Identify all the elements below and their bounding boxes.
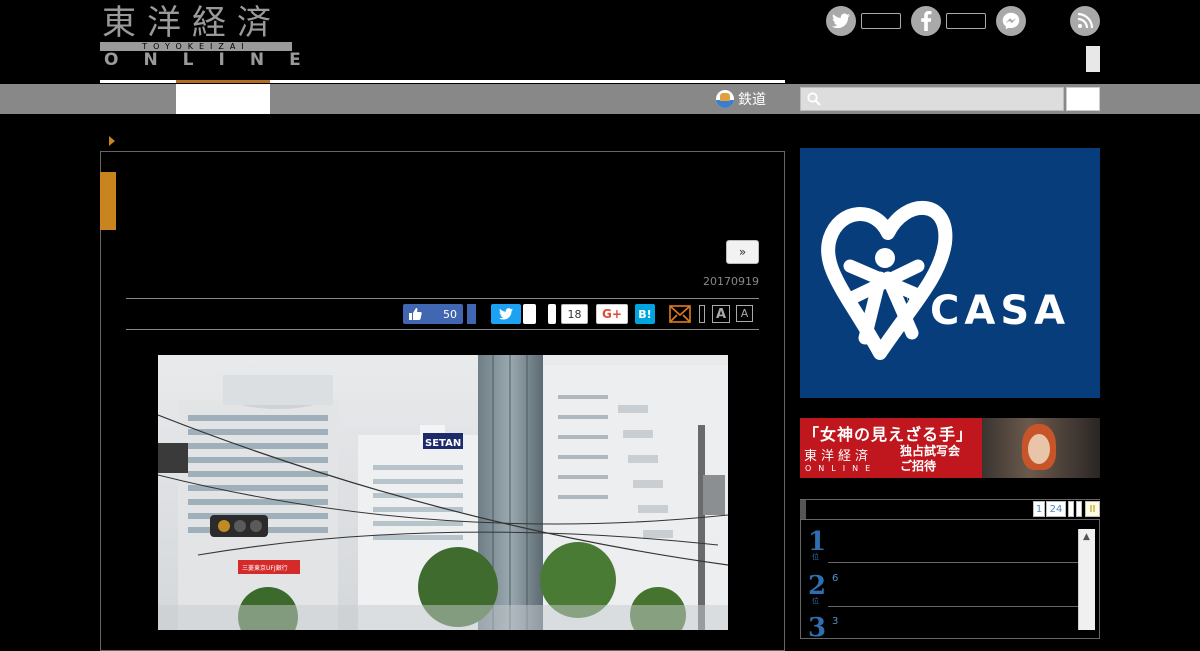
banner-logo: 東洋経済	[804, 449, 873, 464]
pocket-count: 18	[561, 304, 588, 324]
font-size-divider	[699, 305, 705, 323]
rank-count-2: 6	[832, 573, 839, 584]
ranking-tab-more[interactable]: II	[1085, 501, 1100, 517]
thumbs-up-icon	[409, 308, 422, 320]
facebook-share-button[interactable]	[467, 304, 476, 324]
google-plus-button[interactable]: G+	[596, 304, 628, 324]
rss-button[interactable]	[1070, 6, 1100, 36]
svg-text:®: ®	[906, 295, 915, 305]
share-bar-top-divider	[126, 298, 759, 299]
nav-item-tetsudo-label: 鉄道	[738, 92, 766, 108]
twitter-icon	[832, 13, 850, 29]
rss-icon	[1077, 13, 1093, 29]
casa-wordmark: CASA	[930, 288, 1070, 334]
nav-item-tetsudo[interactable]: 鉄道	[716, 88, 766, 110]
ranking-tab-24[interactable]: 24	[1046, 501, 1066, 517]
search-input[interactable]	[800, 87, 1064, 111]
banner-subtitle-line1: 独占試写会	[900, 444, 961, 458]
ranking-list	[800, 519, 1100, 639]
ranking-scrollbar[interactable]	[1078, 529, 1095, 630]
banner-subtitle-line2: ご招待	[900, 459, 937, 473]
like-count: 50	[443, 307, 457, 321]
share-bar-bottom-divider	[126, 329, 759, 330]
rank-suffix-1: 位	[812, 553, 819, 561]
ranking-tab-4[interactable]	[1076, 501, 1082, 517]
rank-count-3: 3	[832, 616, 839, 627]
facebook-like-button[interactable]	[911, 6, 941, 36]
tweet-button[interactable]	[491, 304, 521, 324]
train-icon	[716, 90, 734, 108]
rank-divider	[828, 562, 1078, 563]
article-date: 20170919	[703, 275, 759, 288]
font-size-large-button[interactable]: A	[712, 305, 730, 323]
banner-logo-online: ONLINE	[805, 464, 878, 473]
ranking-tab-3[interactable]	[1068, 501, 1074, 517]
hatena-bookmark-button[interactable]: B!	[635, 304, 655, 324]
rank-suffix-2: 位	[812, 597, 819, 605]
breadcrumb-arrow-icon	[109, 136, 115, 146]
site-logo-online: ONLINE	[104, 50, 326, 70]
casa-logo-icon: ® CASA	[821, 201, 1070, 360]
mail-icon[interactable]	[669, 305, 691, 323]
banner-photo	[982, 418, 1100, 478]
search-button[interactable]	[1066, 87, 1100, 111]
tweet-count	[523, 304, 536, 324]
ranking-header-accent	[800, 500, 806, 519]
messenger-button[interactable]	[996, 6, 1026, 36]
twitter-follow-count	[861, 13, 901, 29]
photo-store-sign: SETAN	[425, 438, 461, 449]
font-size-small-button[interactable]: A	[736, 305, 753, 322]
search-icon	[807, 92, 821, 106]
facebook-icon	[921, 11, 932, 31]
rank-divider	[828, 606, 1078, 607]
site-logo[interactable]: 東洋経済	[102, 4, 282, 42]
twitter-follow-button[interactable]	[826, 6, 856, 36]
messenger-icon	[1002, 12, 1020, 30]
facebook-like-share-button[interactable]: 50	[403, 304, 463, 324]
header-divider-accent	[176, 80, 270, 83]
next-page-button[interactable]: »	[726, 240, 759, 264]
photo-bank-sign: 三菱東京UFJ銀行	[242, 564, 288, 572]
pocket-button[interactable]	[548, 304, 556, 324]
article-photo: SETAN 三菱東京UFJ銀行	[158, 355, 728, 630]
ranking-tab-1[interactable]: 1	[1033, 501, 1045, 517]
ad-casa[interactable]: ® CASA	[800, 148, 1100, 398]
banner-subtitle: 独占試写会 ご招待	[900, 444, 960, 474]
twitter-icon	[499, 308, 513, 320]
scroll-up-icon[interactable]: ▲	[1079, 529, 1094, 544]
ad-movie-banner[interactable]: 「女神の見えざる手」 東洋経済 ONLINE 独占試写会 ご招待	[800, 418, 1100, 478]
rank-number-3: 3	[808, 613, 827, 643]
nav-tab-active[interactable]	[176, 84, 270, 114]
banner-title: 「女神の見えざる手」	[803, 425, 974, 444]
article-title-accent	[100, 172, 116, 230]
header-side-button[interactable]	[1086, 46, 1100, 72]
facebook-like-count	[946, 13, 986, 29]
